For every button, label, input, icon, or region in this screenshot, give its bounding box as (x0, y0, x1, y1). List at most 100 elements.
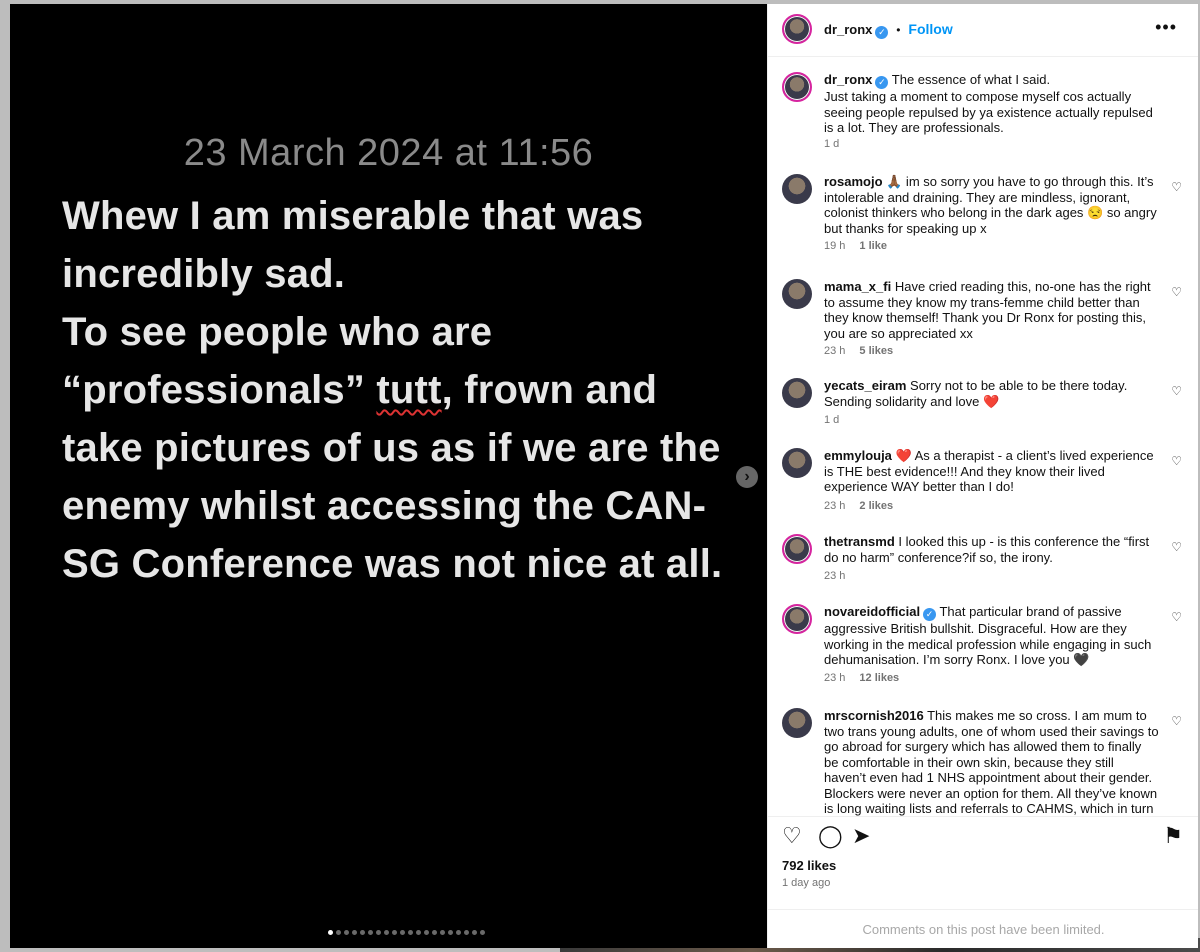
media-text-line: enemy whilst accessing the CAN- (62, 484, 707, 528)
avatar[interactable] (782, 708, 812, 738)
comment-meta: 19 h 1 like (824, 240, 887, 252)
separator-bullet: • (896, 23, 901, 37)
media-text-line: SG Conference was not nice at all. (62, 542, 723, 586)
heart-icon[interactable]: ♡ (1171, 384, 1182, 398)
post-header: dr_ronx ✓ • Follow ••• (768, 4, 1198, 57)
comments-limited-note: Comments on this post have been limited. (768, 909, 1198, 948)
avatar[interactable] (782, 279, 812, 309)
post-media: 23 March 2024 at 11:56 Whew I am miserab… (10, 4, 767, 948)
comment-age: 23 h (824, 345, 846, 357)
username-link[interactable]: dr_ronx (824, 22, 872, 37)
heart-icon[interactable]: ♡ (1171, 540, 1182, 554)
caption-body: The essence of what I said. Just taking … (824, 72, 1153, 135)
comment-age: 23 h (824, 570, 846, 582)
heart-icon[interactable]: ♡ (1171, 180, 1182, 194)
media-text-line: To see people who are (62, 310, 493, 354)
carousel-dot (336, 930, 341, 935)
carousel-dot (424, 930, 429, 935)
comment-body: This makes me so cross. I am mum to two … (824, 708, 1159, 816)
carousel-dot (344, 930, 349, 935)
media-text-line: take pictures of us as if we are the (62, 426, 721, 470)
chevron-right-icon[interactable]: › (736, 466, 758, 488)
carousel-dot (440, 930, 445, 935)
comment-meta: 23 h 5 likes (824, 345, 893, 357)
comment-text: novareidofficial ✓ That particular brand … (824, 604, 1159, 668)
verified-badge-icon: ✓ (875, 76, 889, 89)
username-link[interactable]: yecats_eiram (824, 378, 906, 393)
post-sidebar: dr_ronx ✓ • Follow ••• dr_ronx ✓ The essen… (767, 4, 1198, 948)
avatar[interactable] (782, 378, 812, 408)
comment-meta: 1 d (824, 414, 839, 426)
comment-meta: 23 h (824, 570, 845, 582)
post-age: 1 day ago (782, 877, 831, 889)
avatar[interactable] (782, 174, 812, 204)
media-text-line: “professionals” tutt, frown and (62, 368, 657, 413)
carousel-dot (480, 930, 485, 935)
heart-icon[interactable]: ♡ (1171, 610, 1182, 624)
likes-count[interactable]: 792 likes (782, 858, 836, 873)
caption-text: dr_ronx ✓ The essence of what I said. Jus… (824, 72, 1159, 136)
avatar[interactable] (782, 534, 812, 564)
avatar[interactable] (782, 448, 812, 478)
header-user: dr_ronx ✓ • Follow (824, 21, 953, 39)
avatar[interactable] (782, 604, 812, 634)
avatar[interactable] (782, 14, 812, 44)
post-modal: 23 March 2024 at 11:56 Whew I am miserab… (10, 4, 1198, 948)
comment-likes[interactable]: 2 likes (859, 500, 893, 512)
comment-likes[interactable]: 12 likes (859, 672, 899, 684)
action-bar: ♡ ◯ ➤ ⚑ 792 likes 1 day ago Comments on … (768, 816, 1198, 948)
carousel-dot (416, 930, 421, 935)
username-link[interactable]: emmylouja (824, 448, 892, 463)
comment-text: rosamojo 🙏🏾 im so sorry you have to go t… (824, 174, 1159, 236)
heart-icon[interactable]: ♡ (782, 823, 802, 849)
caption-age: 1 d (824, 138, 840, 150)
carousel-dot (360, 930, 365, 935)
media-text-line: Whew I am miserable that was (62, 194, 644, 238)
username-link[interactable]: mrscornish2016 (824, 708, 924, 723)
comment-meta: 23 h 2 likes (824, 500, 893, 512)
comment-likes[interactable]: 5 likes (859, 345, 893, 357)
username-link[interactable]: dr_ronx (824, 72, 872, 87)
heart-icon[interactable]: ♡ (1171, 454, 1182, 468)
media-text-fragment: “professionals” (62, 368, 366, 412)
username-link[interactable]: mama_x_fi (824, 279, 891, 294)
carousel-dot (408, 930, 413, 935)
carousel-dot (464, 930, 469, 935)
comment-likes[interactable]: 1 like (859, 240, 887, 252)
carousel-dot (392, 930, 397, 935)
heart-icon[interactable]: ♡ (1171, 714, 1182, 728)
comments-list[interactable]: dr_ronx ✓ The essence of what I said. Jus… (768, 56, 1198, 816)
comment-age: 23 h (824, 500, 846, 512)
comment-icon[interactable]: ◯ (818, 823, 843, 849)
carousel-dot (352, 930, 357, 935)
avatar[interactable] (782, 72, 812, 102)
share-icon[interactable]: ➤ (852, 823, 870, 849)
comment-age: 19 h (824, 240, 846, 252)
follow-button[interactable]: Follow (908, 21, 952, 37)
username-link[interactable]: thetransmd (824, 534, 895, 549)
comment-text: mama_x_fi Have cried reading this, no-on… (824, 279, 1159, 341)
comment-text: thetransmd I looked this up - is this co… (824, 534, 1159, 565)
media-text-line: incredibly sad. (62, 252, 346, 296)
comment-age: 1 d (824, 414, 840, 426)
comment-text: emmylouja ❤️ As a therapist - a client’s… (824, 448, 1159, 495)
comment-text: yecats_eiram Sorry not to be able to be … (824, 378, 1159, 409)
comment-meta: 23 h 12 likes (824, 672, 899, 684)
media-timestamp: 23 March 2024 at 11:56 (183, 132, 594, 174)
username-link[interactable]: rosamojo (824, 174, 883, 189)
carousel-dot (448, 930, 453, 935)
bookmark-icon[interactable]: ⚑ (1163, 823, 1183, 849)
carousel-dot (472, 930, 477, 935)
carousel-dot (376, 930, 381, 935)
misspelled-word: tutt (376, 368, 442, 412)
more-options-icon[interactable]: ••• (1155, 17, 1177, 38)
carousel-dot (456, 930, 461, 935)
carousel-dots (328, 930, 485, 935)
carousel-dot (328, 930, 333, 935)
heart-icon[interactable]: ♡ (1171, 285, 1182, 299)
media-text-fragment: , frown and (441, 368, 658, 412)
carousel-dot (432, 930, 437, 935)
comment-age: 23 h (824, 672, 846, 684)
username-link[interactable]: novareidofficial (824, 604, 920, 619)
carousel-dot (400, 930, 405, 935)
